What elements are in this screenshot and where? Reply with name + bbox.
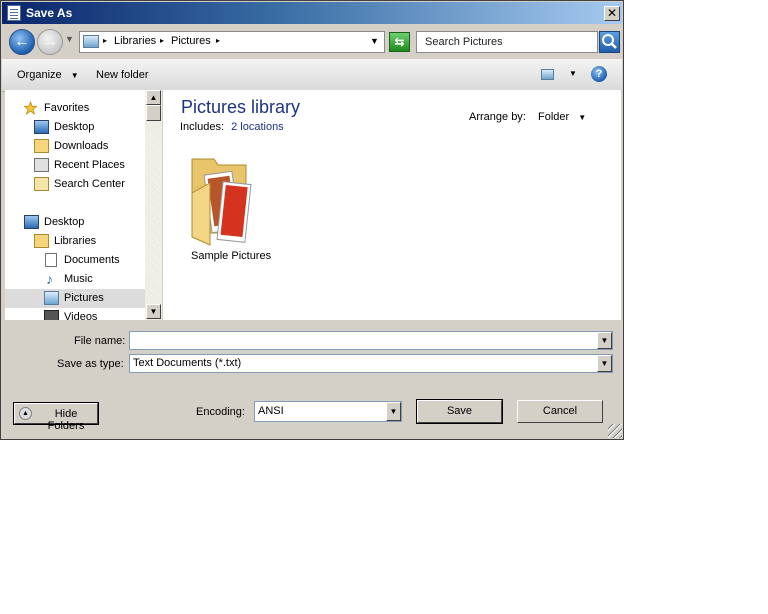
resize-grip[interactable] — [608, 424, 622, 438]
arrange-by-value: Folder — [538, 111, 570, 123]
refresh-button[interactable]: ⇆ — [389, 32, 410, 52]
view-options-icon[interactable] — [541, 69, 554, 80]
search-placeholder: Search Pictures — [425, 36, 503, 48]
navigation-scrollbar[interactable]: ▲ ▼ — [145, 90, 162, 320]
file-name-field[interactable]: ▼ — [129, 331, 613, 350]
cancel-button[interactable]: Cancel — [517, 400, 603, 423]
nav-library-videos-label: Videos — [64, 311, 98, 320]
search-button[interactable] — [599, 31, 620, 53]
library-includes: Includes: 2 locations — [180, 121, 284, 133]
save-as-type-dropdown-button[interactable]: ▼ — [597, 355, 612, 372]
desktop-icon — [34, 120, 49, 134]
scroll-up-button[interactable]: ▲ — [146, 90, 161, 105]
arrange-by-label: Arrange by: — [469, 111, 526, 123]
folder-icon — [191, 158, 252, 246]
nav-library-documents[interactable]: Documents — [5, 251, 145, 270]
breadcrumb-separator-icon[interactable]: ▸ — [160, 36, 164, 45]
window-title: Save As — [26, 6, 73, 20]
notepad-icon — [7, 5, 21, 21]
nav-favorite-recent-places-label: Recent Places — [54, 159, 125, 171]
help-button[interactable]: ? — [591, 66, 607, 82]
command-bar: Organize ▼ New folder ▼ ? — [2, 59, 622, 92]
recent-places-icon — [34, 158, 49, 172]
address-bar[interactable]: ▸ Libraries ▸ Pictures ▸ ▼ — [79, 31, 385, 53]
nav-favorite-search-center-label: Search Center — [54, 178, 125, 190]
save-as-type-select[interactable]: Text Documents (*.txt) ▼ — [129, 354, 613, 373]
save-button-label: Save — [446, 405, 473, 417]
folder-item[interactable] — [190, 153, 258, 248]
documents-icon — [45, 253, 57, 267]
scroll-down-button[interactable]: ▼ — [146, 304, 161, 319]
breadcrumb-separator-icon[interactable]: ▸ — [103, 36, 107, 45]
breadcrumb-libraries[interactable]: Libraries — [114, 35, 156, 47]
nav-desktop[interactable]: Desktop — [5, 213, 145, 232]
chevron-down-icon: ▼ — [70, 71, 79, 80]
save-as-type-value: Text Documents (*.txt) — [133, 357, 242, 369]
nav-favorite-downloads[interactable]: Downloads — [5, 137, 145, 156]
magnifier-icon — [602, 34, 617, 49]
videos-icon — [44, 310, 59, 320]
nav-favorite-desktop[interactable]: Desktop — [5, 118, 145, 137]
includes-locations-link[interactable]: 2 locations — [231, 121, 284, 133]
cancel-button-label: Cancel — [542, 405, 578, 417]
back-arrow-icon: ← — [14, 33, 30, 50]
breadcrumb-separator-icon[interactable]: ▸ — [216, 36, 220, 45]
encoding-dropdown-button[interactable]: ▼ — [386, 402, 401, 421]
encoding-select[interactable]: ANSI ▼ — [254, 401, 402, 422]
nav-favorite-recent-places[interactable]: Recent Places — [5, 156, 145, 175]
encoding-label: Encoding: — [196, 406, 245, 418]
nav-library-music-label: Music — [64, 273, 93, 285]
title-bar[interactable]: Save As ✕ — [2, 2, 622, 24]
nav-libraries[interactable]: Libraries — [5, 232, 145, 251]
back-button[interactable]: ← — [9, 29, 35, 55]
pictures-library-icon — [83, 35, 99, 48]
save-button[interactable]: Save — [417, 400, 502, 423]
pictures-icon — [44, 291, 59, 305]
folder-item-label[interactable]: Sample Pictures — [191, 250, 271, 262]
hide-folders-label: Hide Folders — [47, 408, 85, 432]
desktop-icon — [24, 215, 39, 229]
hide-folders-button[interactable]: ▲ Hide Folders — [14, 403, 98, 432]
nav-libraries-label: Libraries — [54, 235, 97, 247]
scroll-thumb[interactable] — [146, 105, 161, 121]
library-title: Pictures library — [181, 97, 301, 117]
save-as-type-label: Save as type: — [57, 358, 124, 370]
nav-library-pictures[interactable]: Pictures — [5, 289, 145, 308]
nav-library-music[interactable]: ♪ Music — [5, 270, 145, 289]
downloads-icon — [34, 139, 49, 153]
encoding-value: ANSI — [258, 405, 284, 417]
chevron-down-icon: ▼ — [578, 113, 587, 122]
forward-button[interactable]: → — [37, 29, 63, 55]
nav-library-videos[interactable]: Videos — [5, 308, 145, 320]
nav-library-documents-label: Documents — [64, 254, 120, 266]
search-center-icon — [34, 177, 49, 191]
nav-favorite-desktop-label: Desktop — [54, 121, 95, 133]
nav-favorites-label: Favorites — [44, 102, 90, 114]
music-icon: ♪ — [46, 271, 53, 287]
arrange-by-dropdown[interactable]: Folder ▼ — [538, 111, 586, 123]
nav-library-pictures-label: Pictures — [64, 292, 104, 304]
includes-label: Includes: — [180, 121, 225, 133]
nav-favorites[interactable]: Favorites — [5, 99, 145, 118]
nav-favorite-search-center[interactable]: Search Center — [5, 175, 145, 194]
recent-locations-dropdown[interactable]: ▼ — [65, 34, 74, 44]
address-dropdown-button[interactable]: ▼ — [370, 36, 379, 46]
close-button[interactable]: ✕ — [604, 6, 620, 21]
forward-arrow-icon: → — [42, 33, 58, 50]
view-dropdown-button[interactable]: ▼ — [569, 69, 577, 78]
breadcrumb-pictures[interactable]: Pictures — [171, 35, 211, 47]
organize-button[interactable]: Organize ▼ — [17, 69, 79, 81]
new-folder-button[interactable]: New folder — [96, 69, 149, 81]
file-name-dropdown-button[interactable]: ▼ — [597, 332, 612, 349]
nav-favorite-downloads-label: Downloads — [54, 140, 109, 152]
file-name-label: File name: — [74, 335, 126, 347]
organize-label: Organize — [17, 69, 62, 81]
hide-folders-chevron-icon: ▲ — [19, 407, 32, 420]
navigation-pane: Favorites Desktop Downloads Recent Place… — [5, 90, 162, 320]
nav-desktop-label: Desktop — [44, 216, 85, 228]
libraries-icon — [34, 234, 49, 248]
star-icon — [23, 101, 38, 115]
search-input[interactable]: Search Pictures — [416, 31, 598, 53]
